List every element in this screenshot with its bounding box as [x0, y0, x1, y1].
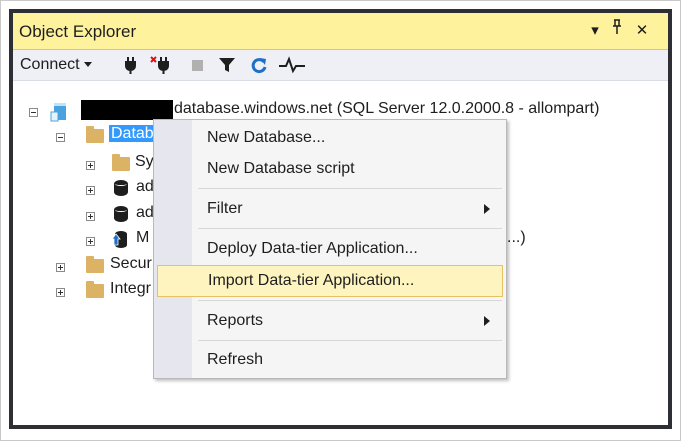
- chevron-down-icon: [83, 62, 92, 68]
- context-menu: New Database... New Database script Filt…: [153, 119, 507, 379]
- redacted-server-name: [81, 100, 173, 120]
- server-icon: [50, 100, 70, 122]
- filter-icon[interactable]: [216, 55, 238, 75]
- menu-separator: [198, 300, 502, 301]
- folder-icon: [86, 256, 104, 273]
- connect-label: Connect: [20, 56, 80, 73]
- menu-item-new-database-script[interactable]: New Database script: [194, 154, 502, 184]
- database-node-label[interactable]: ad: [136, 178, 154, 202]
- panel-title: Object Explorer: [19, 22, 137, 41]
- refresh-icon[interactable]: [248, 55, 270, 75]
- menu-item-reports[interactable]: Reports: [194, 306, 502, 336]
- menu-item-label: Filter: [207, 200, 243, 217]
- folder-icon: [86, 126, 104, 143]
- collapse-icon[interactable]: [29, 108, 38, 117]
- menu-item-refresh[interactable]: Refresh: [194, 345, 502, 375]
- database-node-label[interactable]: ad: [136, 204, 154, 228]
- menu-separator: [198, 340, 502, 341]
- database-icon: [114, 180, 128, 196]
- database-node-suffix: ...): [507, 229, 526, 246]
- connect-button[interactable]: Connect: [20, 56, 92, 74]
- submenu-arrow-icon: [484, 316, 490, 326]
- menu-separator: [198, 228, 502, 229]
- close-icon[interactable]: ✕: [633, 19, 651, 43]
- menu-item-label: New Database...: [207, 129, 326, 146]
- disconnect-plug-icon[interactable]: [150, 55, 172, 75]
- menu-icon-strip: [154, 120, 192, 378]
- toolbar: Connect: [13, 50, 668, 81]
- databases-node[interactable]: Datab: [108, 124, 157, 149]
- integration-node-label[interactable]: Integr: [110, 280, 151, 304]
- collapse-icon[interactable]: [56, 133, 65, 142]
- menu-item-new-database[interactable]: New Database...: [194, 123, 502, 153]
- menu-item-label: Reports: [207, 312, 264, 329]
- menu-item-label: Refresh: [207, 351, 264, 368]
- menu-item-label: New Database script: [207, 160, 355, 177]
- database-upgrade-icon: [110, 229, 130, 249]
- window-position-dropdown-icon[interactable]: ▾: [587, 19, 603, 43]
- database-icon: [114, 206, 128, 222]
- expand-icon[interactable]: [56, 288, 65, 297]
- menu-separator: [198, 188, 502, 189]
- folder-icon: [112, 154, 130, 171]
- pin-icon[interactable]: [609, 19, 625, 43]
- system-databases-node-label[interactable]: Sy: [135, 153, 154, 177]
- database-node-label[interactable]: M: [136, 229, 149, 253]
- menu-item-label: Deploy Data-tier Application...: [207, 240, 418, 257]
- menu-item-filter[interactable]: Filter: [194, 194, 502, 224]
- expand-icon[interactable]: [56, 263, 65, 272]
- stop-icon[interactable]: [186, 55, 208, 75]
- expand-icon[interactable]: [86, 237, 95, 246]
- menu-item-deploy-data-tier-application[interactable]: Deploy Data-tier Application...: [194, 234, 502, 264]
- expand-icon[interactable]: [86, 186, 95, 195]
- security-node-label[interactable]: Secur: [110, 255, 152, 279]
- activity-monitor-icon[interactable]: [277, 55, 307, 75]
- connect-plug-icon[interactable]: [120, 55, 142, 75]
- expand-icon[interactable]: [86, 212, 95, 221]
- menu-item-import-data-tier-application[interactable]: Import Data-tier Application...: [157, 265, 503, 297]
- submenu-arrow-icon: [484, 204, 490, 214]
- folder-icon: [86, 281, 104, 298]
- menu-item-label: Import Data-tier Application...: [208, 272, 415, 289]
- databases-node-label: Datab: [108, 124, 157, 143]
- panel-titlebar: Object Explorer ▾ ✕: [13, 13, 668, 50]
- expand-icon[interactable]: [86, 161, 95, 170]
